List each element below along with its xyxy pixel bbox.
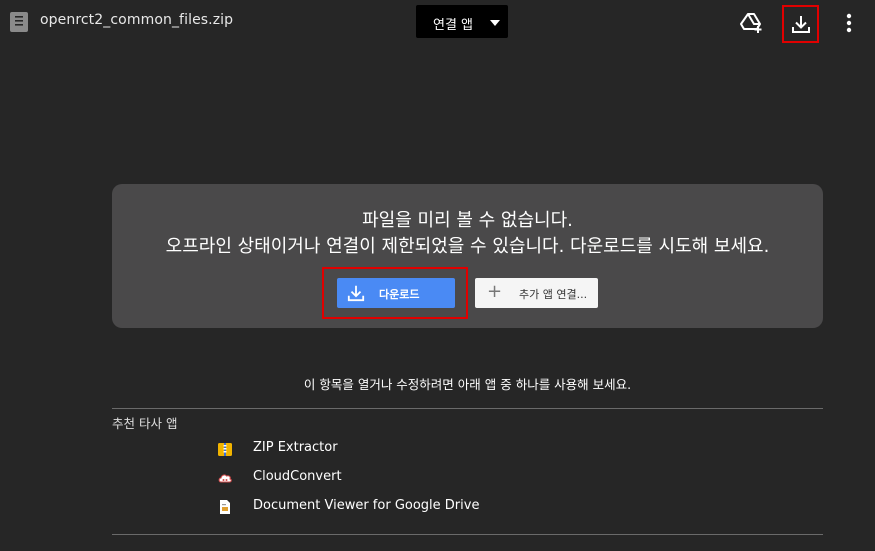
cloudconvert-icon [218,474,232,483]
top-bar: openrct2_common_files.zip 연결 앱 [0,0,875,46]
download-button[interactable]: 다운로드 [337,278,455,308]
suggestion-hint: 이 항목을 열거나 수정하려면 아래 앱 중 하나를 사용해 보세요. [303,377,632,392]
open-with-label: 연결 앱 [433,18,474,33]
app-name: CloudConvert [253,469,342,484]
divider [112,534,823,535]
open-with-button[interactable]: 연결 앱 [416,5,508,38]
file-icon [10,12,28,32]
file-name: openrct2_common_files.zip [40,12,234,28]
preview-error-message: 파일을 미리 볼 수 없습니다. [362,210,573,231]
add-to-drive-button[interactable] [736,7,768,39]
suggested-apps-title: 추천 타사 앱 [112,416,178,431]
connect-more-apps-button[interactable]: + 추가 앱 연결... [475,278,598,308]
app-name: ZIP Extractor [253,440,338,455]
preview-error-detail: 오프라인 상태이거나 연결이 제한되었을 수 있습니다. 다운로드를 시도해 보… [165,236,770,257]
connect-more-apps-label: 추가 앱 연결... [519,288,588,301]
download-icon [791,16,810,33]
plus-icon: + [487,281,503,302]
document-viewer-icon [220,500,230,514]
add-to-drive-icon [740,13,762,33]
more-options-button[interactable] [833,7,865,39]
download-top-button[interactable] [782,5,819,43]
app-item-cloudconvert[interactable]: CloudConvert [215,468,515,488]
app-item-zip-extractor[interactable]: ZIP Extractor [215,439,515,459]
download-button-label: 다운로드 [379,288,420,301]
preview-unavailable-panel: 파일을 미리 볼 수 없습니다. 오프라인 상태이거나 연결이 제한되었을 수 … [112,184,823,328]
divider [112,408,823,409]
app-name: Document Viewer for Google Drive [253,498,480,513]
app-item-document-viewer[interactable]: Document Viewer for Google Drive [215,497,515,517]
zip-extractor-icon [218,443,232,456]
more-vert-icon [846,13,852,33]
chevron-down-icon [490,20,500,26]
download-icon [347,285,365,302]
